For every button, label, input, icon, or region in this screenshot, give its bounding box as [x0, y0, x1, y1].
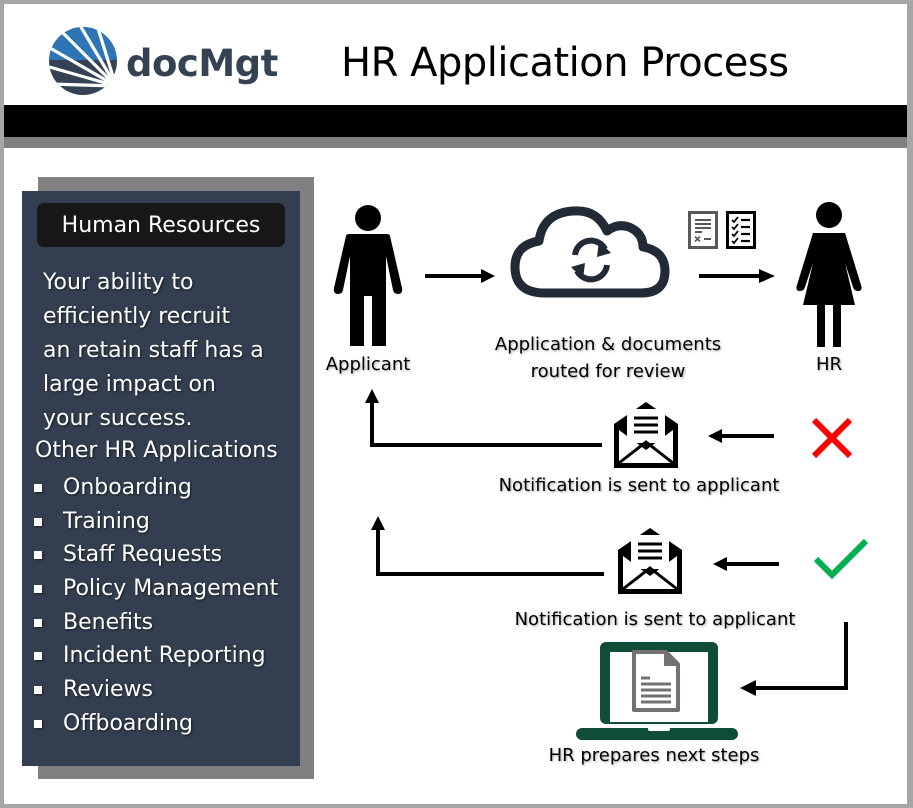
- list-item: Benefits: [32, 606, 278, 640]
- bullet-icon: [34, 483, 42, 492]
- form-document-icon: [688, 211, 718, 249]
- docmgt-logo-icon: [49, 27, 117, 95]
- list-item: Training: [32, 505, 278, 539]
- other-apps-list: Onboarding Training Staff Requests Polic…: [32, 471, 278, 741]
- arrow-left-icon: [713, 557, 779, 571]
- intro-text: Your ability to efficiently recruit an r…: [43, 266, 303, 436]
- logo-text: docMgt: [126, 42, 278, 85]
- intro-line: your success.: [43, 406, 193, 431]
- page-title: HR Application Process: [341, 40, 789, 86]
- list-item-label: Staff Requests: [63, 542, 223, 568]
- list-item-label: Offboarding: [63, 710, 194, 736]
- applicant-person-icon: [333, 205, 403, 346]
- header-gray-bar: [4, 137, 907, 148]
- applicant-label: Applicant: [325, 354, 411, 375]
- hr-badge: Human Resources: [37, 203, 285, 247]
- open-envelope-icon: [614, 402, 678, 468]
- next-steps-label: HR prepares next steps: [548, 745, 760, 766]
- list-item: Staff Requests: [32, 538, 278, 572]
- intro-line: an retain staff has a: [43, 338, 264, 363]
- bullet-icon: [34, 618, 42, 627]
- return-arrow-up-icon: [365, 389, 602, 447]
- return-arrow-up-icon: [371, 516, 604, 576]
- bullet-icon: [34, 517, 42, 526]
- arrow-down-left-icon: [740, 622, 848, 696]
- list-item: Reviews: [32, 673, 278, 707]
- reject-x-icon: [811, 417, 853, 459]
- list-item-label: Training: [63, 508, 150, 534]
- intro-line: efficiently recruit: [43, 304, 231, 329]
- list-item-label: Onboarding: [63, 475, 192, 500]
- cloud-sync-icon: [510, 206, 670, 298]
- other-apps-heading: Other HR Applications: [35, 438, 278, 463]
- list-item-label: Incident Reporting: [63, 643, 266, 669]
- list-item-label: Policy Management: [63, 576, 279, 602]
- rejected-notification-label: Notification is sent to applicant: [498, 475, 780, 496]
- bullet-icon: [34, 719, 42, 728]
- list-item: Policy Management: [32, 572, 278, 606]
- list-item: Onboarding: [32, 471, 278, 505]
- routing-label: Application & documents routed for revie…: [472, 331, 744, 385]
- diagram-canvas: docMgt HR Application Process Human Reso…: [4, 4, 907, 804]
- laptop-document-icon: [576, 642, 738, 740]
- approve-check-icon: [813, 538, 869, 580]
- arrow-left-icon: [708, 429, 774, 443]
- bullet-icon: [34, 584, 42, 593]
- hr-person-icon: [796, 202, 862, 347]
- open-envelope-icon: [618, 528, 682, 594]
- intro-line: Your ability to: [43, 270, 194, 295]
- hr-label: HR: [815, 354, 843, 375]
- routing-label-line: routed for review: [530, 361, 686, 382]
- header-black-bar: [4, 105, 907, 137]
- checklist-icon: [726, 211, 756, 249]
- arrow-right-icon: [425, 269, 495, 283]
- list-item: Offboarding: [32, 707, 278, 741]
- bullet-icon: [34, 652, 42, 661]
- arrow-right-icon: [699, 269, 775, 283]
- list-item: Incident Reporting: [32, 639, 278, 673]
- list-item-label: Benefits: [63, 609, 154, 635]
- list-item-label: Reviews: [63, 677, 153, 703]
- routing-label-line: Application & documents: [494, 334, 722, 355]
- bullet-icon: [34, 551, 42, 560]
- intro-line: large impact on: [43, 372, 216, 397]
- bullet-icon: [34, 685, 42, 694]
